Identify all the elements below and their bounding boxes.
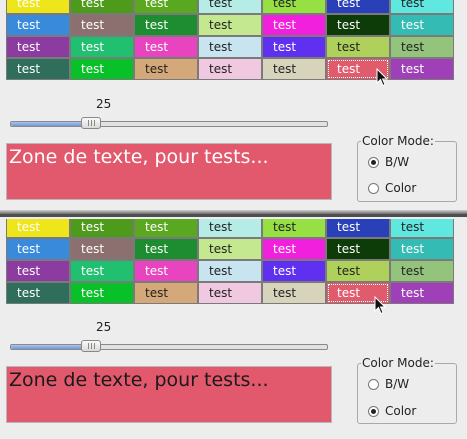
panel-bottom: test test test test test test test test test test… <box>0 217 467 439</box>
grid-cell[interactable]: test <box>6 260 70 282</box>
radio-option-color[interactable]: Color <box>368 179 416 197</box>
text-field[interactable]: Zone de texte, pour tests... <box>6 143 332 200</box>
grid-cell[interactable]: test <box>198 0 262 14</box>
grid-cell[interactable]: test <box>326 260 390 282</box>
grid-cell[interactable]: test <box>70 282 134 304</box>
grid-cell[interactable]: test <box>262 238 326 260</box>
grid-cell[interactable]: test <box>134 260 198 282</box>
panel-top: test test test test test test test test test test… <box>0 0 467 210</box>
grid-cell[interactable]: test <box>198 58 262 80</box>
mouse-cursor-icon <box>376 68 388 87</box>
radio-option-bw[interactable]: B/W <box>368 375 409 393</box>
color-mode-group: Color Mode: B/W Color <box>357 356 457 424</box>
grid-cell[interactable]: test <box>390 58 454 80</box>
grid-cell[interactable]: test <box>134 282 198 304</box>
radio-color-label: Color <box>385 181 417 195</box>
grid-cell[interactable]: test <box>70 238 134 260</box>
color-grid-cells: test test test test test test test test test test… <box>6 219 454 304</box>
grid-cell[interactable]: test <box>198 219 262 238</box>
slider-value: 25 <box>96 320 112 334</box>
value-slider[interactable] <box>10 344 328 350</box>
radio-option-bw[interactable]: B/W <box>368 153 409 171</box>
radio-bw-label: B/W <box>385 377 410 391</box>
radio-bw-icon[interactable] <box>368 156 379 168</box>
grid-cell[interactable]: test <box>134 36 198 58</box>
grid-cell[interactable]: test <box>390 14 454 36</box>
grid-cell[interactable]: test <box>6 36 70 58</box>
slider-fill <box>11 122 90 126</box>
grid-cell[interactable]: test <box>390 36 454 58</box>
slider-fill <box>11 345 90 349</box>
slider-handle[interactable] <box>81 340 101 352</box>
grid-cell[interactable]: test <box>326 36 390 58</box>
grid-cell[interactable]: test <box>6 282 70 304</box>
grid-cell[interactable]: test <box>262 36 326 58</box>
grid-cell[interactable]: test <box>70 14 134 36</box>
grid-cell[interactable]: test <box>6 219 70 238</box>
radio-bw-icon[interactable] <box>368 378 379 390</box>
color-mode-title: Color Mode: <box>361 356 435 370</box>
grid-cell[interactable]: test <box>390 219 454 238</box>
grid-cell[interactable]: test <box>134 58 198 80</box>
grid-cell[interactable]: test <box>390 260 454 282</box>
grid-cell[interactable]: test <box>198 238 262 260</box>
slider-handle[interactable] <box>81 117 101 129</box>
color-grid: test test test test test test test test test test… <box>6 0 456 80</box>
grid-cell[interactable]: test <box>70 58 134 80</box>
color-mode-group: Color Mode: B/W Color <box>357 134 457 202</box>
grid-cell[interactable]: test <box>326 0 390 14</box>
grid-cell[interactable]: test <box>262 219 326 238</box>
grid-cell[interactable]: test <box>134 238 198 260</box>
grid-cell[interactable]: test <box>6 58 70 80</box>
grid-cell[interactable]: test <box>198 260 262 282</box>
radio-color-label: Color <box>385 404 417 418</box>
grid-cell[interactable]: test <box>6 14 70 36</box>
radio-color-icon[interactable] <box>368 405 379 417</box>
color-grid: test test test test test test test test test test… <box>6 219 456 305</box>
grid-cell[interactable]: test <box>70 260 134 282</box>
grid-cell[interactable]: test <box>134 0 198 14</box>
grid-cell[interactable]: test <box>134 219 198 238</box>
grid-cell[interactable]: test <box>70 219 134 238</box>
grid-cell[interactable]: test <box>326 219 390 238</box>
grid-cell[interactable]: test <box>326 238 390 260</box>
grid-cell[interactable]: test <box>70 36 134 58</box>
color-mode-title: Color Mode: <box>361 134 435 148</box>
grid-cell[interactable]: test <box>390 0 454 14</box>
grid-cell[interactable]: test <box>70 0 134 14</box>
slider-value: 25 <box>96 97 112 111</box>
radio-bw-label: B/W <box>385 155 410 169</box>
grid-cell[interactable]: test <box>198 282 262 304</box>
grid-cell[interactable]: test <box>390 238 454 260</box>
grid-cell[interactable]: test <box>262 14 326 36</box>
grid-cell[interactable]: test <box>198 14 262 36</box>
text-field[interactable]: Zone de texte, pour tests... <box>6 366 332 423</box>
grid-cell[interactable]: test <box>262 0 326 14</box>
value-slider[interactable] <box>10 121 328 127</box>
grid-cell[interactable]: test <box>262 282 326 304</box>
mouse-cursor-icon <box>374 296 386 315</box>
grid-cell[interactable]: test <box>6 0 70 14</box>
grid-cell[interactable]: test <box>262 260 326 282</box>
grid-cell[interactable]: test <box>6 238 70 260</box>
grid-cell[interactable]: test <box>326 14 390 36</box>
grid-cell[interactable]: test <box>390 282 454 304</box>
grid-cell[interactable]: test <box>198 36 262 58</box>
radio-color-icon[interactable] <box>368 182 379 194</box>
grid-cell[interactable]: test <box>134 14 198 36</box>
radio-option-color[interactable]: Color <box>368 402 416 420</box>
grid-cell[interactable]: test <box>262 58 326 80</box>
